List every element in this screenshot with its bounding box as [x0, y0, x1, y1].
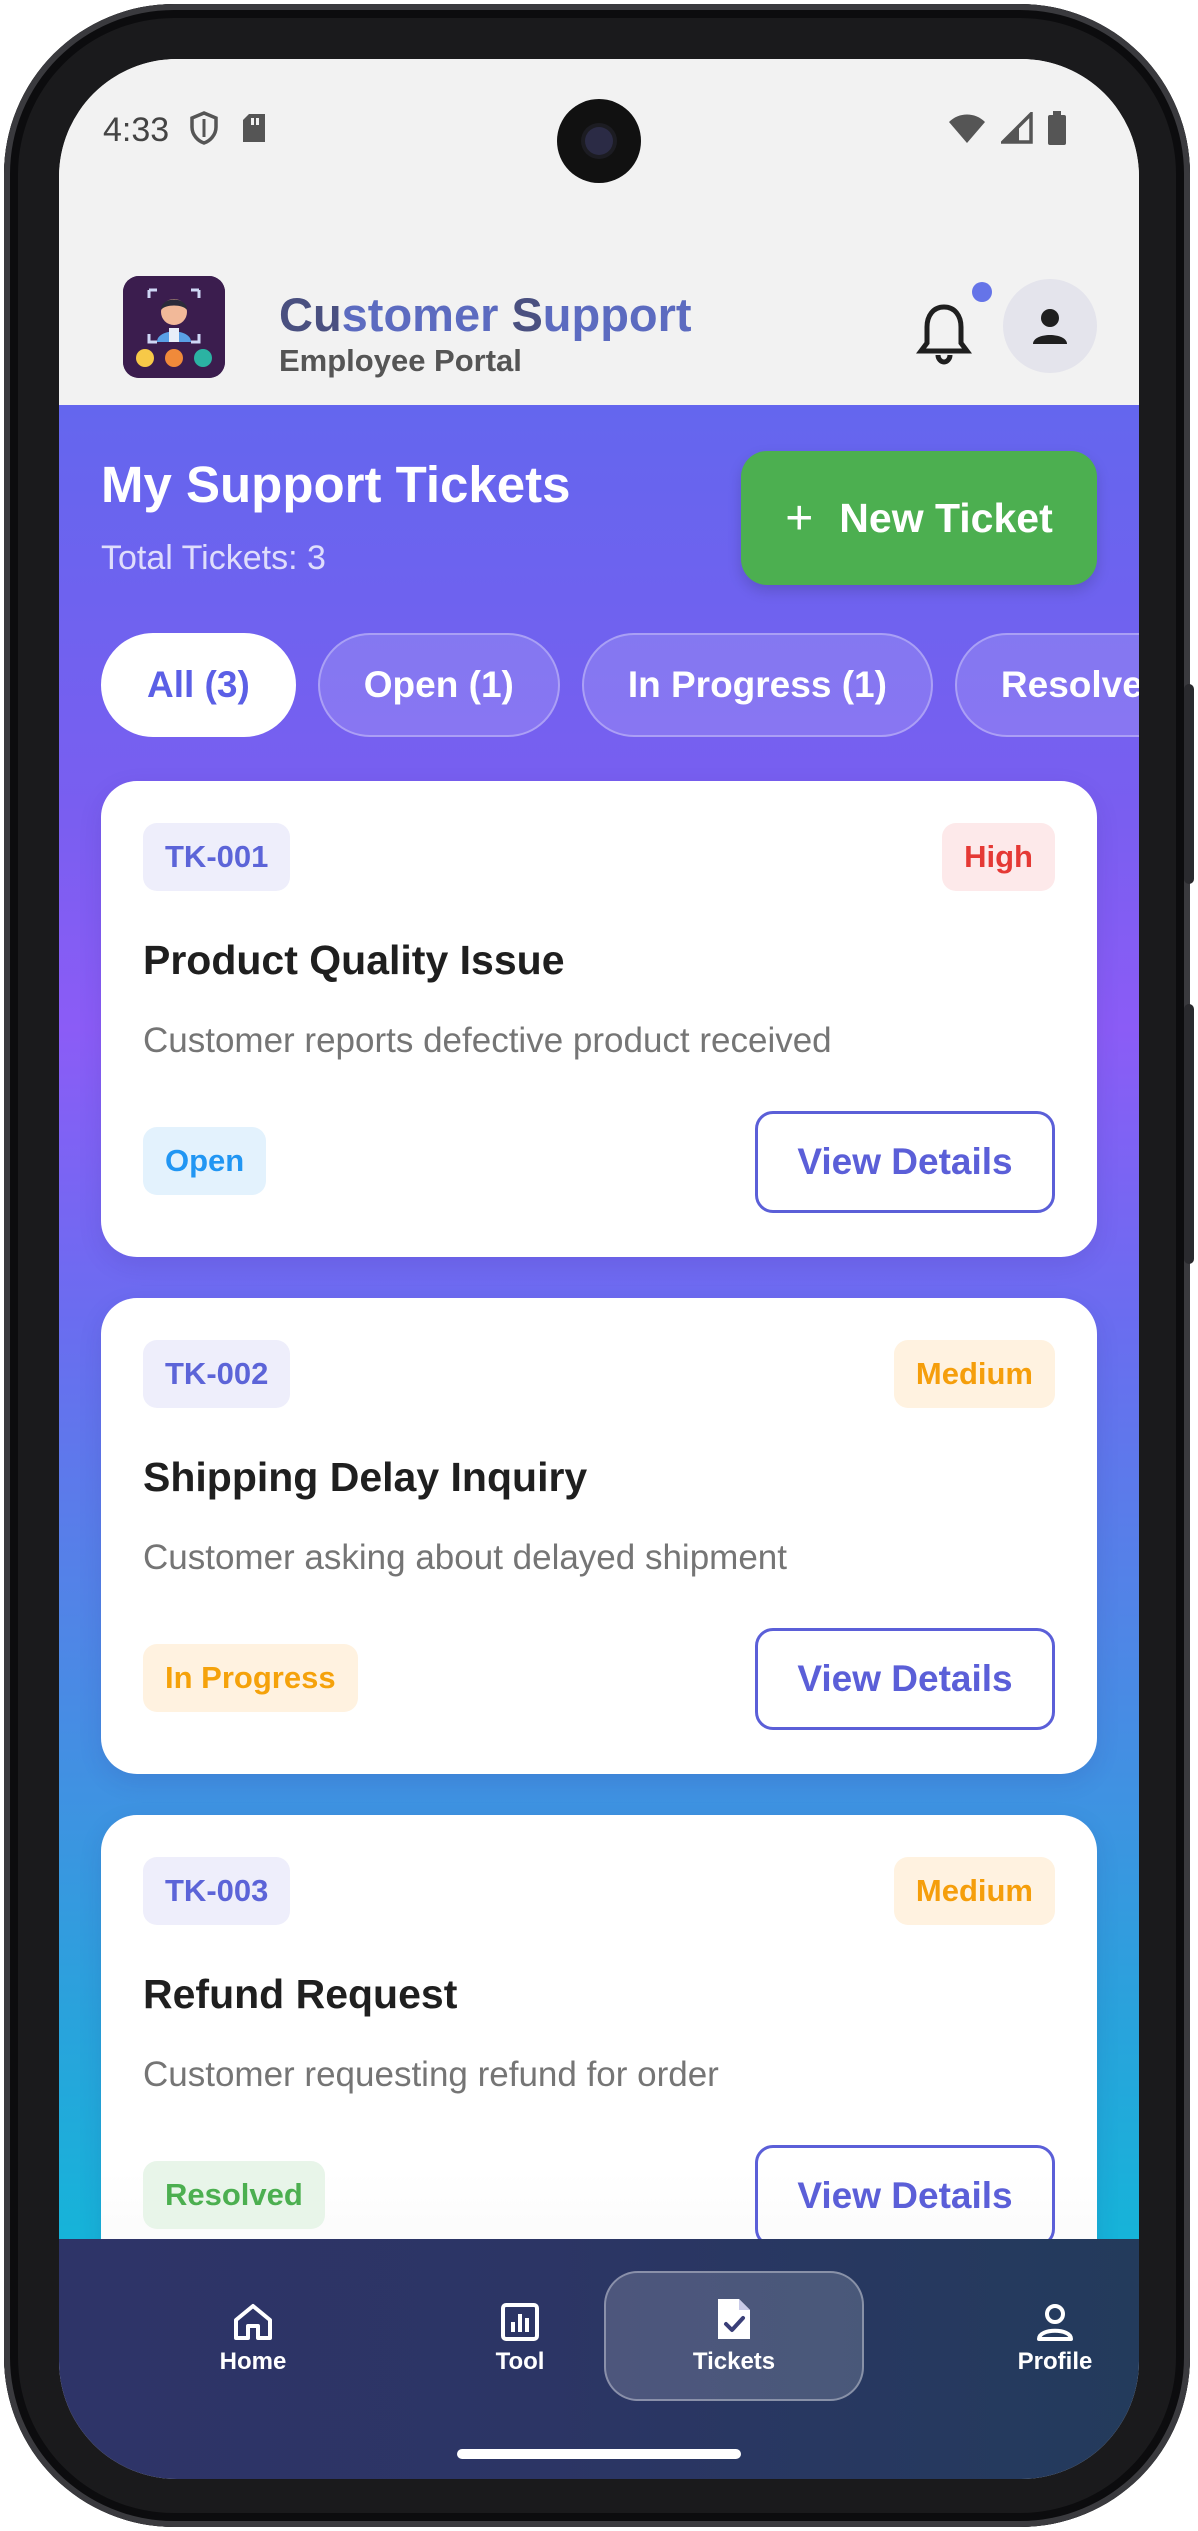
chart-icon — [501, 2303, 539, 2341]
status-time: 4:33 — [103, 111, 170, 149]
nav-tickets-label: Tickets — [692, 2348, 776, 2375]
view-details-button[interactable]: View Details — [755, 2145, 1055, 2247]
nav-home[interactable]: Home — [143, 2279, 363, 2399]
app-bar: Customer Support Employee Portal — [59, 209, 1139, 405]
filter-chip-resolved[interactable]: Resolved — [954, 633, 1139, 737]
battery-icon — [1048, 111, 1066, 145]
ticket-id: TK-001 — [143, 823, 291, 891]
front-camera — [557, 99, 641, 183]
ticket-card[interactable]: TK-002 Medium Shipping Delay Inquiry Cus… — [101, 1298, 1097, 1774]
volume-button — [1184, 684, 1194, 884]
nav-profile-label: Profile — [1017, 2348, 1093, 2375]
profile-avatar[interactable] — [1003, 279, 1097, 373]
total-tickets-count: Total Tickets: 3 — [101, 539, 326, 577]
ticket-file-icon — [718, 2299, 750, 2339]
support-agent-logo-icon — [123, 276, 225, 378]
nav-tickets[interactable]: Tickets — [604, 2271, 864, 2401]
status-right-icons — [947, 111, 1067, 145]
ticket-description: Customer reports defective product recei… — [143, 1021, 832, 1060]
filter-chip-all[interactable]: All (3) — [101, 633, 296, 737]
nav-profile[interactable]: Profile — [945, 2279, 1139, 2399]
power-button — [1184, 1004, 1194, 1264]
signal-icon — [1001, 112, 1033, 144]
nav-tool-label: Tool — [495, 2348, 545, 2375]
shield-icon — [190, 111, 218, 145]
status-badge: In Progress — [143, 1644, 358, 1712]
page-title: My Support Tickets — [101, 456, 571, 513]
ticket-title: Refund Request — [143, 1971, 458, 2017]
status-badge: Open — [143, 1127, 267, 1195]
priority-badge: Medium — [893, 1340, 1055, 1408]
app-title: Customer Support — [279, 287, 692, 342]
view-details-button[interactable]: View Details — [755, 1628, 1055, 1730]
person-icon — [1033, 309, 1067, 344]
ticket-title: Shipping Delay Inquiry — [143, 1454, 588, 1500]
status-left-icons — [189, 111, 267, 145]
status-bar: 4:33 — [59, 59, 1139, 209]
ticket-description: Customer requesting refund for order — [143, 2055, 719, 2094]
notification-dot — [972, 282, 992, 302]
bottom-navigation: Home Tool Tickets Profile — [59, 2239, 1139, 2479]
new-ticket-label: New Ticket — [839, 494, 1053, 541]
priority-badge: High — [942, 823, 1055, 891]
new-ticket-button[interactable]: + New Ticket — [741, 451, 1097, 585]
notification-bell-icon[interactable] — [909, 299, 979, 369]
filter-chip-in-progress[interactable]: In Progress (1) — [581, 633, 933, 737]
phone-frame: 4:33 Customer Support Employee Portal My… — [4, 4, 1194, 2527]
sd-card-icon — [243, 114, 265, 142]
ticket-title: Product Quality Issue — [143, 937, 565, 983]
view-details-button[interactable]: View Details — [755, 1111, 1055, 1213]
app-logo — [123, 276, 225, 378]
person-icon — [1037, 2304, 1073, 2341]
app-title-part: S — [511, 288, 543, 341]
home-indicator[interactable] — [457, 2449, 741, 2459]
main-content: My Support Tickets Total Tickets: 3 + Ne… — [59, 405, 1139, 2295]
app-title-accent: stomer — [341, 288, 512, 341]
ticket-card[interactable]: TK-003 Medium Refund Request Customer re… — [101, 1815, 1097, 2291]
filter-chip-open[interactable]: Open (1) — [317, 633, 560, 737]
app-title-accent: upport — [542, 288, 692, 341]
filter-chips: All (3) Open (1) In Progress (1) Resolve… — [101, 633, 1139, 737]
status-badge: Resolved — [143, 2161, 325, 2229]
ticket-description: Customer asking about delayed shipment — [143, 1538, 787, 1577]
wifi-icon — [949, 114, 985, 143]
nav-tool[interactable]: Tool — [410, 2279, 630, 2399]
ticket-id: TK-002 — [143, 1340, 291, 1408]
priority-badge: Medium — [893, 1857, 1055, 1925]
nav-home-label: Home — [219, 2348, 287, 2375]
ticket-id: TK-003 — [143, 1857, 291, 1925]
screen: 4:33 Customer Support Employee Portal My… — [59, 59, 1139, 2479]
app-title-part: Cu — [279, 288, 342, 341]
ticket-card[interactable]: TK-001 High Product Quality Issue Custom… — [101, 781, 1097, 1257]
home-icon — [234, 2304, 272, 2340]
plus-icon: + — [785, 491, 814, 545]
app-subtitle: Employee Portal — [279, 343, 522, 378]
